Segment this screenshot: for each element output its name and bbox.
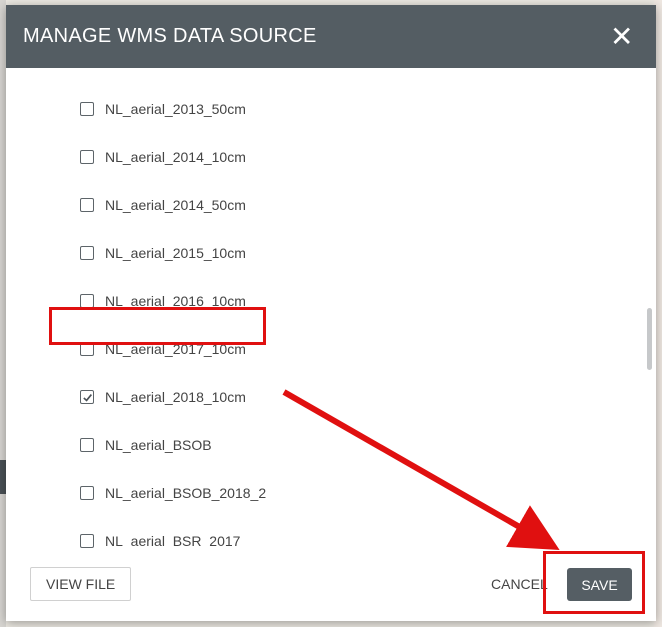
list-item-label: NL_aerial_2013_50cm <box>105 101 246 117</box>
list-item[interactable]: NL_aerial_2015_10cm <box>80 229 266 277</box>
checkbox[interactable] <box>80 150 94 164</box>
list-item-label: NL_aerial_2014_10cm <box>105 149 246 165</box>
scrollbar[interactable] <box>647 308 652 370</box>
checkbox[interactable] <box>80 198 94 212</box>
cancel-button[interactable]: CANCEL <box>491 567 548 601</box>
view-file-button[interactable]: VIEW FILE <box>30 567 132 601</box>
list-item[interactable]: NL_aerial_2014_50cm <box>80 181 266 229</box>
list-item-label: NL_aerial_BSOB <box>105 437 212 453</box>
list-item-label: NL_aerial_BSR_2017 <box>105 533 241 548</box>
checkbox[interactable] <box>80 534 94 548</box>
annotation-highlight-layer <box>49 307 266 345</box>
checkbox[interactable] <box>80 294 94 308</box>
checkbox[interactable] <box>80 486 94 500</box>
checkbox[interactable] <box>80 246 94 260</box>
list-item[interactable]: NL_aerial_BSOB <box>80 421 266 469</box>
checkbox[interactable] <box>80 438 94 452</box>
checkmark-icon <box>82 393 92 402</box>
checkbox-checked[interactable] <box>80 390 94 404</box>
list-item-label: NL_aerial_BSOB_2018_2 <box>105 485 267 501</box>
list-item[interactable]: NL_aerial_2014_10cm <box>80 133 266 181</box>
list-item-label: NL_aerial_2018_10cm <box>105 389 246 405</box>
close-icon[interactable]: ✕ <box>610 22 633 51</box>
list-item[interactable]: NL_aerial_2013_50cm <box>80 85 266 133</box>
annotation-highlight-save <box>543 551 645 614</box>
dialog-header: MANAGE WMS DATA SOURCE ✕ <box>6 5 656 68</box>
list-item[interactable]: NL_aerial_2018_10cm <box>80 373 266 421</box>
list-item[interactable]: NL_aerial_BSOB_2018_2 <box>80 469 266 517</box>
checkbox[interactable] <box>80 102 94 116</box>
list-item-label: NL_aerial_2015_10cm <box>105 245 246 261</box>
dialog-title: MANAGE WMS DATA SOURCE <box>23 25 317 47</box>
list-item-label: NL_aerial_2014_50cm <box>105 197 246 213</box>
list-item[interactable]: NL_aerial_BSR_2017 <box>80 517 266 548</box>
